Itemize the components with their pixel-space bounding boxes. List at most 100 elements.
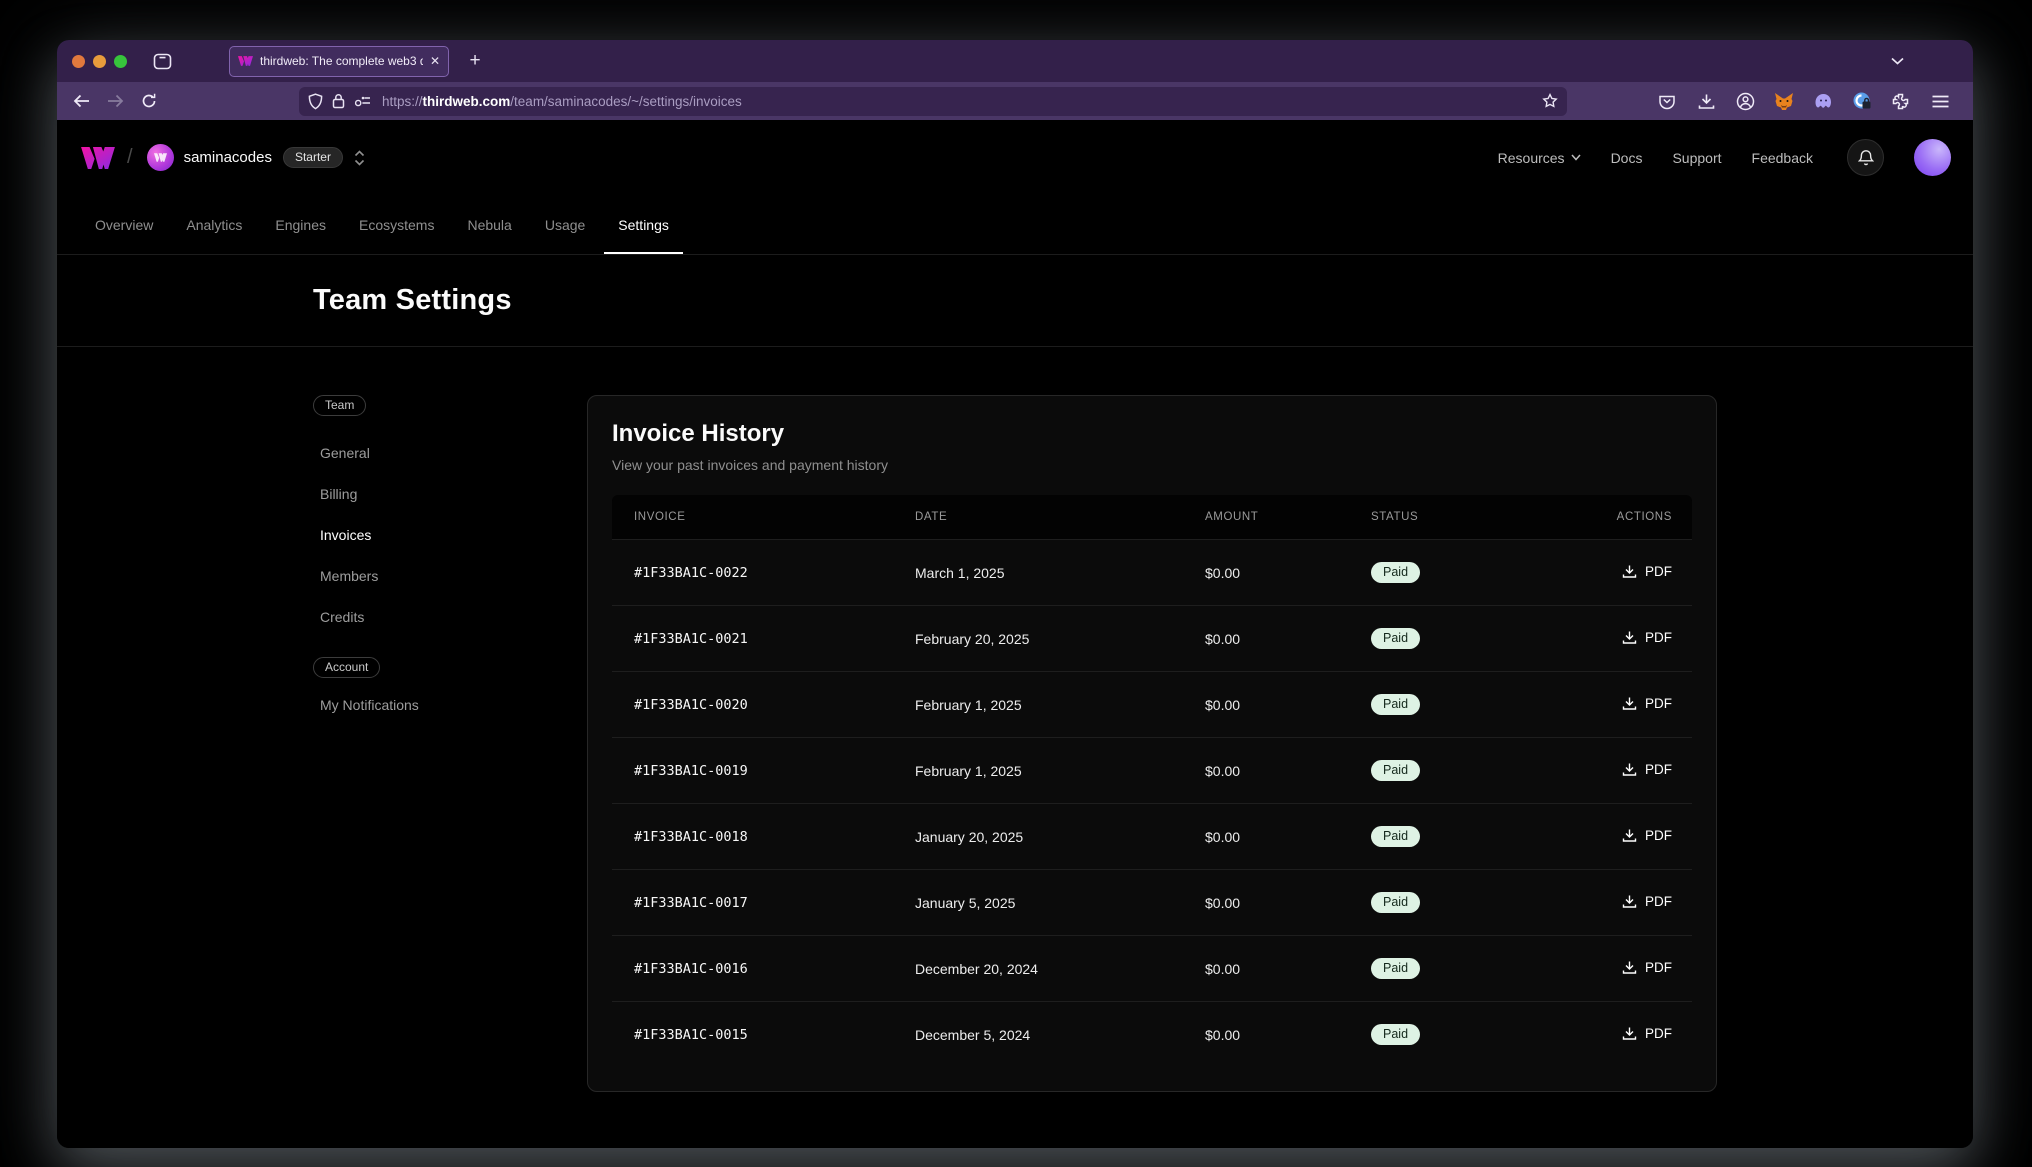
forward-icon[interactable] [101,87,129,115]
column-amount: AMOUNT [1183,511,1349,523]
table-header-row: INVOICE DATE AMOUNT STATUS ACTIONS [612,495,1692,539]
download-pdf-button[interactable]: PDF [1622,960,1672,975]
bookmark-star-icon[interactable] [1542,93,1558,109]
invoice-number: #1F33BA1C-0016 [612,961,893,977]
pocket-icon[interactable] [1654,88,1680,114]
card-subtitle: View your past invoices and payment hist… [612,457,1692,473]
user-avatar[interactable] [1914,139,1951,176]
status-badge: Paid [1371,958,1420,979]
status-badge: Paid [1371,892,1420,913]
download-pdf-button[interactable]: PDF [1622,630,1672,645]
invoice-number: #1F33BA1C-0015 [612,1027,893,1043]
tab-engines[interactable]: Engines [261,195,340,254]
reload-icon[interactable] [135,87,163,115]
minimize-window-button[interactable] [93,55,106,68]
team-switcher-chevrons-icon[interactable] [354,150,365,166]
list-all-tabs-chevron-icon[interactable] [1883,47,1911,75]
zoom-window-button[interactable] [114,55,127,68]
account-icon[interactable] [1732,88,1758,114]
sidebar-group-team-badge: Team [313,395,366,416]
resources-menu[interactable]: Resources [1498,150,1581,166]
url-bar[interactable]: https://thirdweb.com/team/saminacodes/~/… [299,87,1567,116]
invoice-date: February 20, 2025 [893,631,1183,647]
breadcrumb-separator: / [127,146,133,169]
tab-favicon-thirdweb-icon [238,56,253,66]
tab-analytics[interactable]: Analytics [172,195,256,254]
table-row: #1F33BA1C-0018 January 20, 2025 $0.00 Pa… [612,803,1692,869]
invoice-date: February 1, 2025 [893,763,1183,779]
notifications-bell-icon[interactable] [1847,139,1884,176]
close-window-button[interactable] [72,55,85,68]
tracking-protection-shield-icon[interactable] [308,93,323,110]
tab-ecosystems[interactable]: Ecosystems [345,195,448,254]
settings-content: Team General Billing Invoices Members Cr… [57,347,1973,1148]
column-actions: ACTIONS [1563,511,1692,523]
invoice-date: January 5, 2025 [893,895,1183,911]
actions-cell: PDF [1563,762,1692,780]
downloads-icon[interactable] [1693,88,1719,114]
table-row: #1F33BA1C-0019 February 1, 2025 $0.00 Pa… [612,737,1692,803]
thirdweb-logo[interactable] [81,147,115,169]
status-cell: Paid [1349,1024,1563,1045]
new-tab-button[interactable]: + [461,47,489,75]
download-pdf-button[interactable]: PDF [1622,1026,1672,1041]
invoice-date: December 5, 2024 [893,1027,1183,1043]
invoice-date: February 1, 2025 [893,697,1183,713]
firefox-view-icon[interactable] [149,48,175,74]
download-icon [1622,696,1637,711]
download-pdf-button[interactable]: PDF [1622,696,1672,711]
permissions-toggle-icon[interactable] [354,95,371,107]
table-row: #1F33BA1C-0022 March 1, 2025 $0.00 Paid … [612,539,1692,605]
actions-cell: PDF [1563,894,1692,912]
tab-usage[interactable]: Usage [531,195,599,254]
download-pdf-button[interactable]: PDF [1622,828,1672,843]
password-manager-icon[interactable] [1849,88,1875,114]
download-pdf-button[interactable]: PDF [1622,894,1672,909]
back-icon[interactable] [67,87,95,115]
tab-overview[interactable]: Overview [81,195,167,254]
team-name[interactable]: saminacodes [184,149,272,166]
phantom-icon[interactable] [1810,88,1836,114]
invoice-amount: $0.00 [1183,829,1349,845]
invoice-amount: $0.00 [1183,961,1349,977]
feedback-link[interactable]: Feedback [1752,150,1813,166]
actions-cell: PDF [1563,696,1692,714]
url-text[interactable]: https://thirdweb.com/team/saminacodes/~/… [382,94,1534,109]
metamask-icon[interactable] [1771,88,1797,114]
sidebar-item-credits[interactable]: Credits [313,596,587,637]
download-icon [1622,1026,1637,1041]
tab-close-icon[interactable]: ✕ [430,55,440,67]
sidebar-item-billing[interactable]: Billing [313,473,587,514]
status-badge: Paid [1371,826,1420,847]
status-badge: Paid [1371,1024,1420,1045]
download-icon [1622,960,1637,975]
url-domain: thirdweb.com [423,94,511,109]
status-cell: Paid [1349,694,1563,715]
extensions-puzzle-icon[interactable] [1888,88,1914,114]
table-row: #1F33BA1C-0020 February 1, 2025 $0.00 Pa… [612,671,1692,737]
support-link[interactable]: Support [1672,150,1721,166]
download-icon [1622,630,1637,645]
connection-lock-icon[interactable] [332,93,345,109]
table-row: #1F33BA1C-0017 January 5, 2025 $0.00 Pai… [612,869,1692,935]
sidebar-item-members[interactable]: Members [313,555,587,596]
sidebar-item-invoices[interactable]: Invoices [313,514,587,555]
docs-link[interactable]: Docs [1611,150,1643,166]
tab-nebula[interactable]: Nebula [453,195,525,254]
menu-hamburger-icon[interactable] [1927,88,1953,114]
tab-settings[interactable]: Settings [604,195,683,254]
download-pdf-button[interactable]: PDF [1622,564,1672,579]
actions-cell: PDF [1563,828,1692,846]
download-icon [1622,564,1637,579]
status-badge: Paid [1371,694,1420,715]
download-pdf-button[interactable]: PDF [1622,762,1672,777]
browser-tab[interactable]: thirdweb: The complete web3 d ✕ [229,46,449,77]
actions-cell: PDF [1563,960,1692,978]
sidebar-item-my-notifications[interactable]: My Notifications [313,684,587,725]
sidebar-item-general[interactable]: General [313,432,587,473]
invoice-amount: $0.00 [1183,895,1349,911]
status-cell: Paid [1349,892,1563,913]
window-controls [72,55,127,68]
team-avatar[interactable] [147,144,174,171]
table-row: #1F33BA1C-0016 December 20, 2024 $0.00 P… [612,935,1692,1001]
